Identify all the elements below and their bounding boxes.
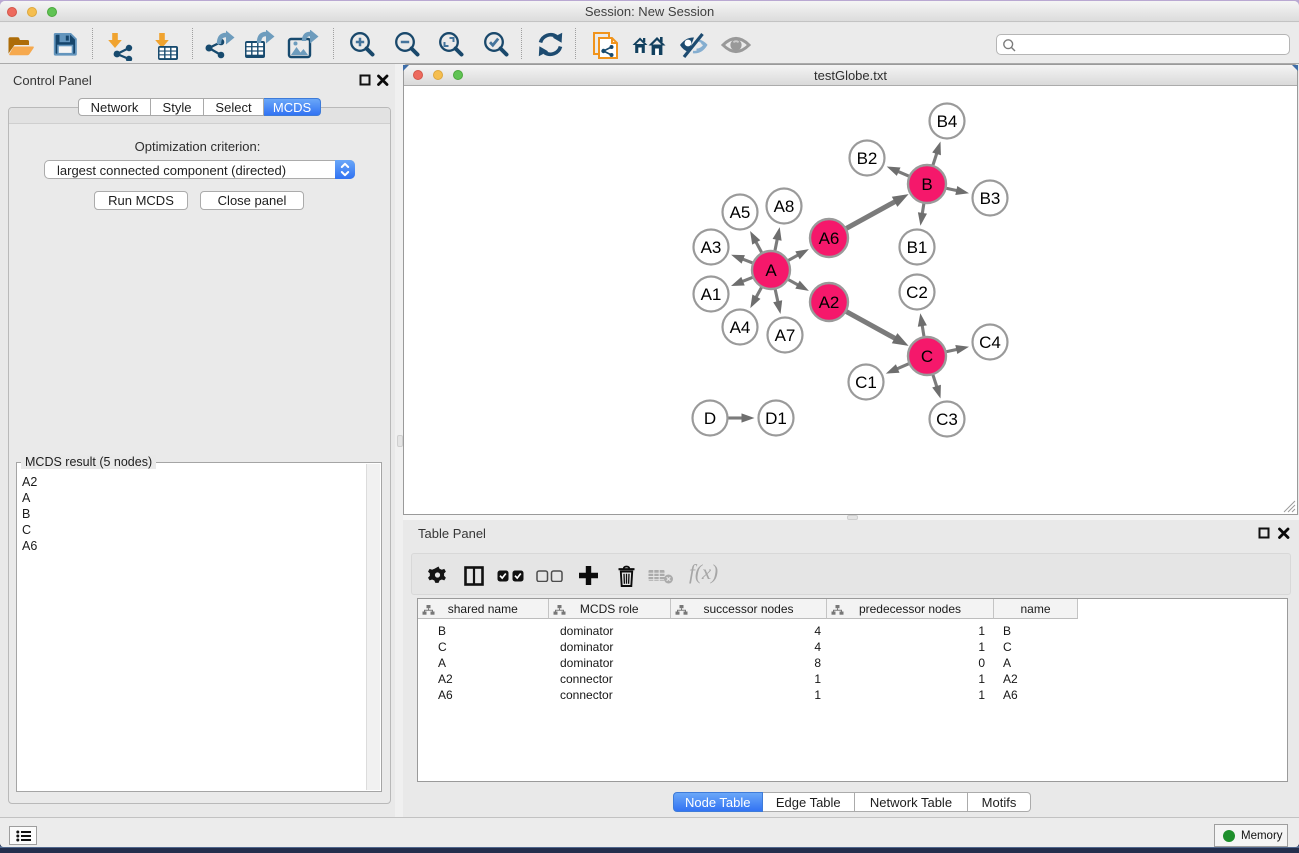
svg-text:A2: A2 (819, 293, 840, 312)
svg-text:A4: A4 (730, 318, 751, 337)
svg-text:A5: A5 (730, 203, 751, 222)
svg-text:C3: C3 (936, 410, 958, 429)
svg-text:A6: A6 (819, 229, 840, 248)
svg-text:C2: C2 (906, 283, 928, 302)
svg-text:B1: B1 (907, 238, 928, 257)
svg-text:D: D (704, 409, 716, 428)
svg-text:B4: B4 (937, 112, 958, 131)
svg-text:A1: A1 (701, 285, 722, 304)
svg-text:D1: D1 (765, 409, 787, 428)
svg-text:A7: A7 (775, 326, 796, 345)
svg-text:C1: C1 (855, 373, 877, 392)
svg-text:B3: B3 (980, 189, 1001, 208)
svg-text:A: A (765, 261, 777, 280)
svg-text:B: B (921, 175, 932, 194)
svg-text:A3: A3 (701, 238, 722, 257)
svg-text:C: C (921, 347, 933, 366)
svg-text:A8: A8 (774, 197, 795, 216)
svg-text:B2: B2 (857, 149, 878, 168)
svg-text:C4: C4 (979, 333, 1001, 352)
